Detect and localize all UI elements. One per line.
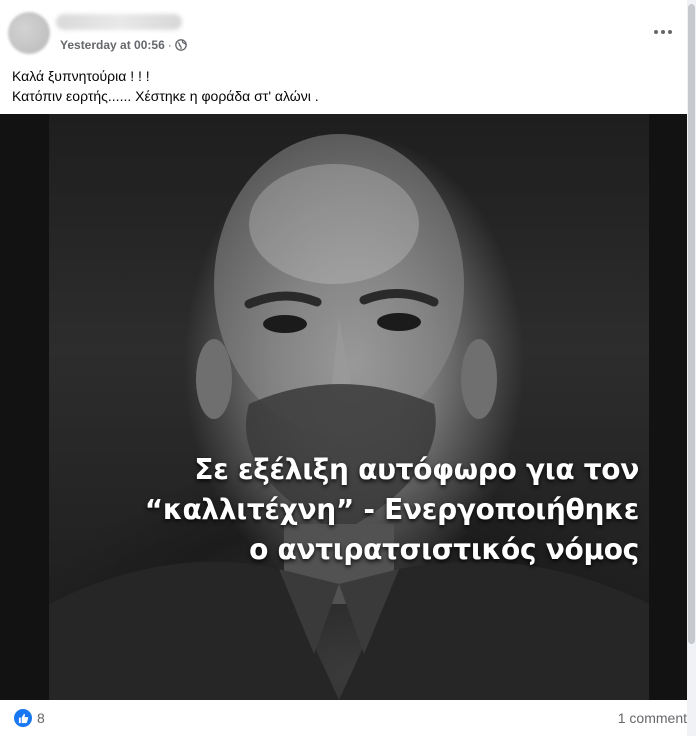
post-text-line: Καλά ξυπνητούρια ! ! !: [12, 68, 150, 84]
post-text-line: Κατόπιν εορτής...... Χέστηκε η φοράδα στ…: [12, 88, 319, 104]
post-timestamp[interactable]: Yesterday at 00:56: [60, 38, 165, 52]
author-name-redacted[interactable]: [56, 14, 182, 30]
post-header: Yesterday at 00:56 ·: [0, 0, 687, 56]
more-options-icon[interactable]: [651, 22, 675, 42]
like-icon[interactable]: [14, 709, 32, 727]
author-avatar[interactable]: [8, 12, 50, 54]
facebook-post: Yesterday at 00:56 · Καλά ξυπνητούρια ! …: [0, 0, 687, 736]
comments-link[interactable]: 1 comment: [618, 710, 687, 726]
reaction-count[interactable]: 8: [37, 710, 45, 726]
image-caption: Σε εξέλιξη αυτόφωρο για τον “καλλιτέχνη”…: [49, 450, 640, 570]
portrait-photo: [49, 114, 649, 700]
post-meta: Yesterday at 00:56 ·: [60, 38, 187, 52]
scrollbar-thumb[interactable]: [688, 4, 695, 644]
post-text: Καλά ξυπνητούρια ! ! ! Κατόπιν εορτής...…: [12, 66, 319, 106]
meta-separator: ·: [167, 38, 172, 52]
caption-line: ο αντιρατσιστικός νόμος: [249, 533, 639, 566]
globe-icon: [174, 39, 187, 51]
scrollbar[interactable]: [687, 0, 696, 736]
post-footer: 8 1 comment: [0, 700, 687, 736]
caption-line: “καλλιτέχνη” - Ενεργοποιήθηκε: [144, 493, 640, 526]
post-image[interactable]: Σε εξέλιξη αυτόφωρο για τον “καλλιτέχνη”…: [0, 114, 687, 700]
caption-line: Σε εξέλιξη αυτόφωρο για τον: [194, 453, 639, 486]
